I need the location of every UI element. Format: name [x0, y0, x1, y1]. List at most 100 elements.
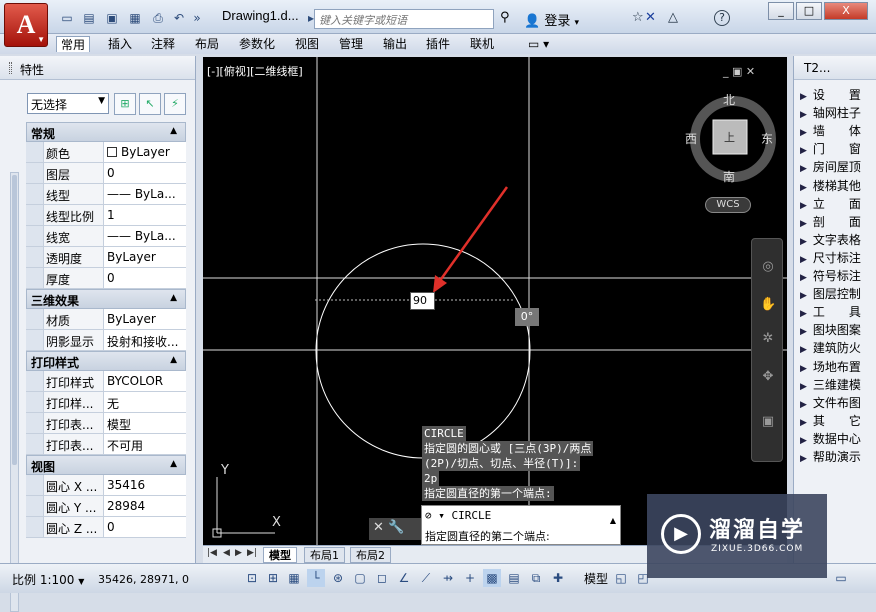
- scale-selector[interactable]: 比例 1:100 ▼: [12, 571, 84, 588]
- palette-item[interactable]: ▶ 设 置: [800, 86, 876, 103]
- binoculars-icon[interactable]: ⚲: [500, 10, 510, 25]
- showmotion-icon[interactable]: ▣: [760, 414, 776, 430]
- property-row[interactable]: 阴影显示 投射和接收...: [26, 330, 186, 351]
- property-value[interactable]: 35416: [104, 475, 186, 495]
- wcs-menu-button[interactable]: WCS: [705, 197, 751, 213]
- star-icon[interactable]: ☆: [632, 10, 644, 25]
- property-row[interactable]: 圆心 Z ... 0: [26, 517, 186, 538]
- search-input[interactable]: 键入关键字或短语: [314, 9, 494, 29]
- next-tab-icon[interactable]: ▶: [235, 548, 242, 558]
- palette-item[interactable]: ▶ 轴网柱子: [800, 104, 876, 121]
- palette-item[interactable]: ▶ 文字表格: [800, 231, 876, 248]
- print-icon[interactable]: ⎙: [149, 10, 167, 26]
- tab-model[interactable]: 模型: [263, 547, 297, 563]
- palette-item[interactable]: ▶ 剖 面: [800, 213, 876, 230]
- property-row[interactable]: 材质 ByLayer: [26, 309, 186, 330]
- palette-item[interactable]: ▶ 墙 体: [800, 122, 876, 139]
- transparency-icon[interactable]: ▩: [483, 569, 501, 587]
- palette-item[interactable]: ▶ 场地布置: [800, 358, 876, 375]
- property-value[interactable]: ByLayer: [104, 142, 186, 162]
- property-row[interactable]: 线型比例 1: [26, 205, 186, 226]
- property-row[interactable]: 打印表... 不可用: [26, 434, 186, 455]
- zoom-icon[interactable]: ✲: [760, 331, 776, 347]
- palette-item[interactable]: ▶ 房间屋顶: [800, 158, 876, 175]
- first-tab-icon[interactable]: |◀: [207, 548, 217, 558]
- viewport-controls[interactable]: _ ▣ ✕: [723, 65, 755, 78]
- property-section-header[interactable]: 视图 ▲: [26, 455, 186, 475]
- property-value[interactable]: ByLayer: [104, 309, 186, 329]
- save-icon[interactable]: ▣: [103, 10, 121, 26]
- viewcube-south[interactable]: 南: [723, 168, 735, 185]
- collapse-icon[interactable]: ▲: [170, 459, 177, 469]
- osnap-icon[interactable]: ▢: [351, 569, 369, 587]
- tab-view[interactable]: 视图: [291, 36, 323, 52]
- property-value[interactable]: 1: [104, 205, 186, 225]
- property-row[interactable]: 颜色 ByLayer: [26, 142, 186, 163]
- autodesk-icon[interactable]: △: [668, 10, 678, 25]
- viewcube-east[interactable]: 东: [761, 130, 773, 147]
- tab-insert[interactable]: 插入: [104, 36, 136, 52]
- tab-layout2[interactable]: 布局2: [350, 547, 391, 563]
- palette-item[interactable]: ▶ 帮助演示: [800, 448, 876, 465]
- clean-screen-icon[interactable]: ▭: [832, 569, 850, 587]
- undo-icon[interactable]: ↶: [170, 10, 188, 26]
- more-tools-icon[interactable]: »: [188, 10, 206, 26]
- tab-online[interactable]: 联机: [466, 36, 498, 52]
- minimize-button[interactable]: _: [768, 2, 794, 20]
- otrack-icon[interactable]: ∠: [395, 569, 413, 587]
- save-as-icon[interactable]: ▦: [126, 10, 144, 26]
- history-up-icon[interactable]: ▲: [610, 516, 616, 525]
- annotation-monitor-icon[interactable]: ✚: [549, 569, 567, 587]
- pan-hand-icon[interactable]: ✋: [760, 297, 776, 313]
- property-row[interactable]: 打印样... 无: [26, 392, 186, 413]
- property-value[interactable]: 0: [104, 517, 186, 537]
- viewcube-north[interactable]: 北: [723, 91, 735, 108]
- lineweight-icon[interactable]: +: [461, 569, 479, 587]
- property-value[interactable]: —— ByLa...: [104, 226, 186, 246]
- tab-output[interactable]: 输出: [379, 36, 411, 52]
- palette-item[interactable]: ▶ 楼梯其他: [800, 177, 876, 194]
- property-value[interactable]: 投射和接收...: [104, 330, 186, 350]
- snap-icon[interactable]: ⊞: [264, 569, 282, 587]
- open-folder-icon[interactable]: ▤: [80, 10, 98, 26]
- toggle-pickadd-icon[interactable]: ⊞: [114, 93, 136, 115]
- selection-dropdown[interactable]: 无选择 ▼: [27, 93, 109, 114]
- select-objects-icon[interactable]: ↖: [139, 93, 161, 115]
- palette-item[interactable]: ▶ 尺寸标注: [800, 249, 876, 266]
- dynamic-input-field[interactable]: 90: [410, 292, 435, 310]
- quick-properties-icon[interactable]: ▤: [505, 569, 523, 587]
- property-value[interactable]: —— ByLa...: [104, 184, 186, 204]
- property-value[interactable]: 不可用: [104, 434, 186, 454]
- selection-cycling-icon[interactable]: ⧉: [527, 569, 545, 587]
- palette-item[interactable]: ▶ 门 窗: [800, 140, 876, 157]
- orbit-icon[interactable]: ✥: [760, 369, 776, 385]
- infer-constraints-icon[interactable]: ⊡: [243, 569, 261, 587]
- viewport-label[interactable]: [-][俯视][二维线框]: [207, 63, 303, 79]
- ortho-icon[interactable]: └: [307, 569, 325, 587]
- palette-item[interactable]: ▶ 其 它: [800, 412, 876, 429]
- close-button[interactable]: X: [824, 2, 868, 20]
- palette-item[interactable]: ▶ 符号标注: [800, 267, 876, 284]
- tab-plugins[interactable]: 插件: [422, 36, 454, 52]
- property-value[interactable]: 模型: [104, 413, 186, 433]
- ducs-icon[interactable]: ⟋: [417, 569, 435, 587]
- collapse-icon[interactable]: ▲: [170, 293, 177, 303]
- property-value[interactable]: 0: [104, 163, 186, 183]
- dyn-icon[interactable]: ⇸: [439, 569, 457, 587]
- palette-item[interactable]: ▶ 数据中心: [800, 430, 876, 447]
- palette-item[interactable]: ▶ 三维建模: [800, 376, 876, 393]
- last-tab-icon[interactable]: ▶|: [247, 548, 257, 558]
- wrench-icon[interactable]: 🔧: [388, 520, 404, 535]
- property-value[interactable]: 无: [104, 392, 186, 412]
- property-value[interactable]: ByLayer: [104, 247, 186, 267]
- help-button[interactable]: ?: [714, 10, 730, 26]
- property-section-header[interactable]: 打印样式 ▲: [26, 351, 186, 371]
- palette-item[interactable]: ▶ 图块图案: [800, 321, 876, 338]
- model-space-toggle[interactable]: 模型: [584, 570, 608, 587]
- collapse-icon[interactable]: ▲: [170, 126, 177, 136]
- steering-wheel-icon[interactable]: ◎: [760, 259, 776, 275]
- property-row[interactable]: 透明度 ByLayer: [26, 247, 186, 268]
- ribbon-options-icon[interactable]: ▭ ▾: [524, 36, 553, 52]
- tab-annotate[interactable]: 注释: [147, 36, 179, 52]
- property-value[interactable]: BYCOLOR: [104, 371, 186, 391]
